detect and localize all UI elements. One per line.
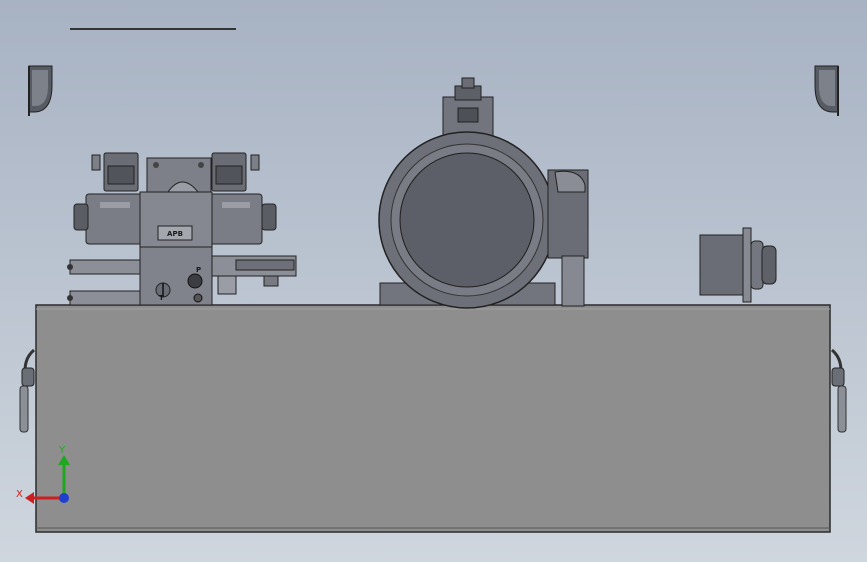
valve-block-assembly[interactable]: APB T P xyxy=(67,152,297,306)
valve-brand-label: APB xyxy=(167,230,183,238)
tank-handle-left xyxy=(19,348,36,433)
electric-motor[interactable] xyxy=(378,77,589,309)
triad-y-label: Y xyxy=(58,445,66,456)
triad-x-label: X xyxy=(16,489,23,500)
graphics-viewport[interactable]: APB T P Y X xyxy=(0,0,867,562)
tank-handle-right xyxy=(830,348,847,433)
oil-tank[interactable] xyxy=(35,304,831,533)
port-t-label: T xyxy=(159,294,164,302)
lifting-lug-right xyxy=(814,65,839,116)
lifting-lug-left xyxy=(28,65,53,116)
hydraulic-unit-model[interactable]: APB T P Y X xyxy=(0,0,867,562)
port-p-label: P xyxy=(196,266,201,274)
filler-breather[interactable] xyxy=(699,227,777,303)
